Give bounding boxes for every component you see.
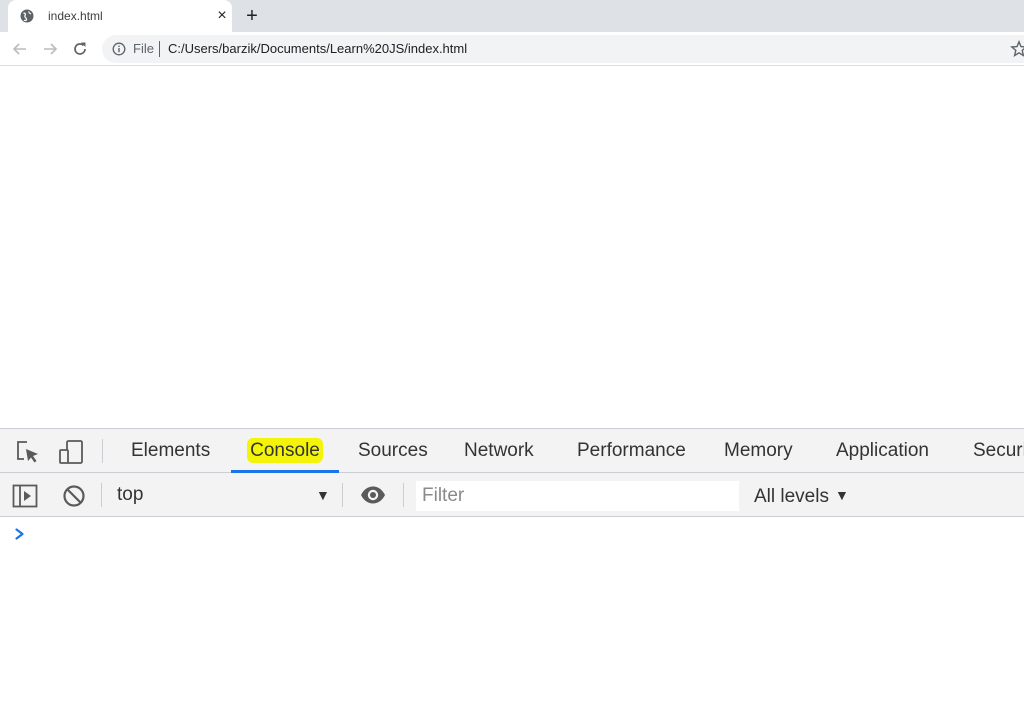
levels-label: All levels (754, 486, 829, 507)
toolbar-divider (342, 483, 343, 507)
dropdown-arrow-icon[interactable]: ▼ (316, 486, 330, 504)
star-icon[interactable] (1010, 40, 1024, 58)
tab-application[interactable]: Application (836, 429, 929, 473)
page-viewport (0, 67, 1024, 428)
browser-tab[interactable]: index.html × (8, 0, 232, 32)
tab-performance[interactable]: Performance (577, 429, 686, 473)
address-divider (159, 41, 160, 57)
tab-memory[interactable]: Memory (724, 429, 793, 473)
reload-icon[interactable] (70, 39, 90, 59)
tab-elements[interactable]: Elements (131, 429, 210, 473)
devtools-panel: Elements Console Sources Network Perform… (0, 428, 1024, 712)
address-bar[interactable]: File C:/Users/barzik/Documents/Learn%20J… (102, 35, 1024, 63)
back-arrow-icon[interactable] (10, 39, 30, 59)
tab-label: Network (464, 440, 534, 461)
url-text[interactable]: C:/Users/barzik/Documents/Learn%20JS/ind… (168, 42, 467, 56)
tab-label: Elements (131, 440, 211, 461)
info-icon[interactable] (112, 42, 126, 56)
forward-arrow-icon[interactable] (40, 39, 60, 59)
console-toolbar: top ▼ All levels ▼ (0, 473, 1024, 517)
clear-console-icon[interactable] (61, 483, 87, 509)
log-levels-dropdown[interactable]: All levels ▼ (754, 484, 849, 508)
tab-label: Application (836, 440, 929, 461)
globe-icon (20, 9, 34, 23)
eye-icon[interactable] (360, 482, 386, 508)
tab-title: index.html (48, 9, 103, 23)
console-output[interactable] (0, 518, 1024, 712)
browser-tab-strip: index.html × + (0, 0, 1024, 32)
sidebar-toggle-icon[interactable] (12, 483, 38, 509)
console-prompt-icon (15, 528, 24, 540)
close-icon[interactable]: × (214, 8, 230, 24)
context-selector[interactable]: top (117, 484, 333, 506)
toolbar-divider (102, 439, 103, 463)
device-toolbar-icon[interactable] (58, 439, 84, 465)
tab-console[interactable]: Console (231, 429, 339, 473)
inspect-element-icon[interactable] (14, 439, 40, 465)
devtools-tab-bar: Elements Console Sources Network Perform… (0, 429, 1024, 473)
filter-input[interactable] (416, 481, 739, 511)
context-value: top (117, 484, 144, 505)
tab-label: Sources (358, 440, 428, 461)
tab-label: Performance (577, 440, 686, 461)
new-tab-icon[interactable]: + (242, 6, 262, 26)
tab-security[interactable]: Securi (973, 429, 1024, 473)
tab-label: Memory (724, 440, 793, 461)
dropdown-arrow-icon: ▼ (834, 487, 849, 503)
tab-label: Console (247, 438, 323, 463)
scheme-label: File (133, 41, 154, 56)
tab-label: Securi (973, 440, 1024, 461)
browser-toolbar: File C:/Users/barzik/Documents/Learn%20J… (0, 32, 1024, 66)
toolbar-divider (101, 483, 102, 507)
tab-sources[interactable]: Sources (358, 429, 428, 473)
tab-network[interactable]: Network (464, 429, 534, 473)
toolbar-divider (403, 483, 404, 507)
